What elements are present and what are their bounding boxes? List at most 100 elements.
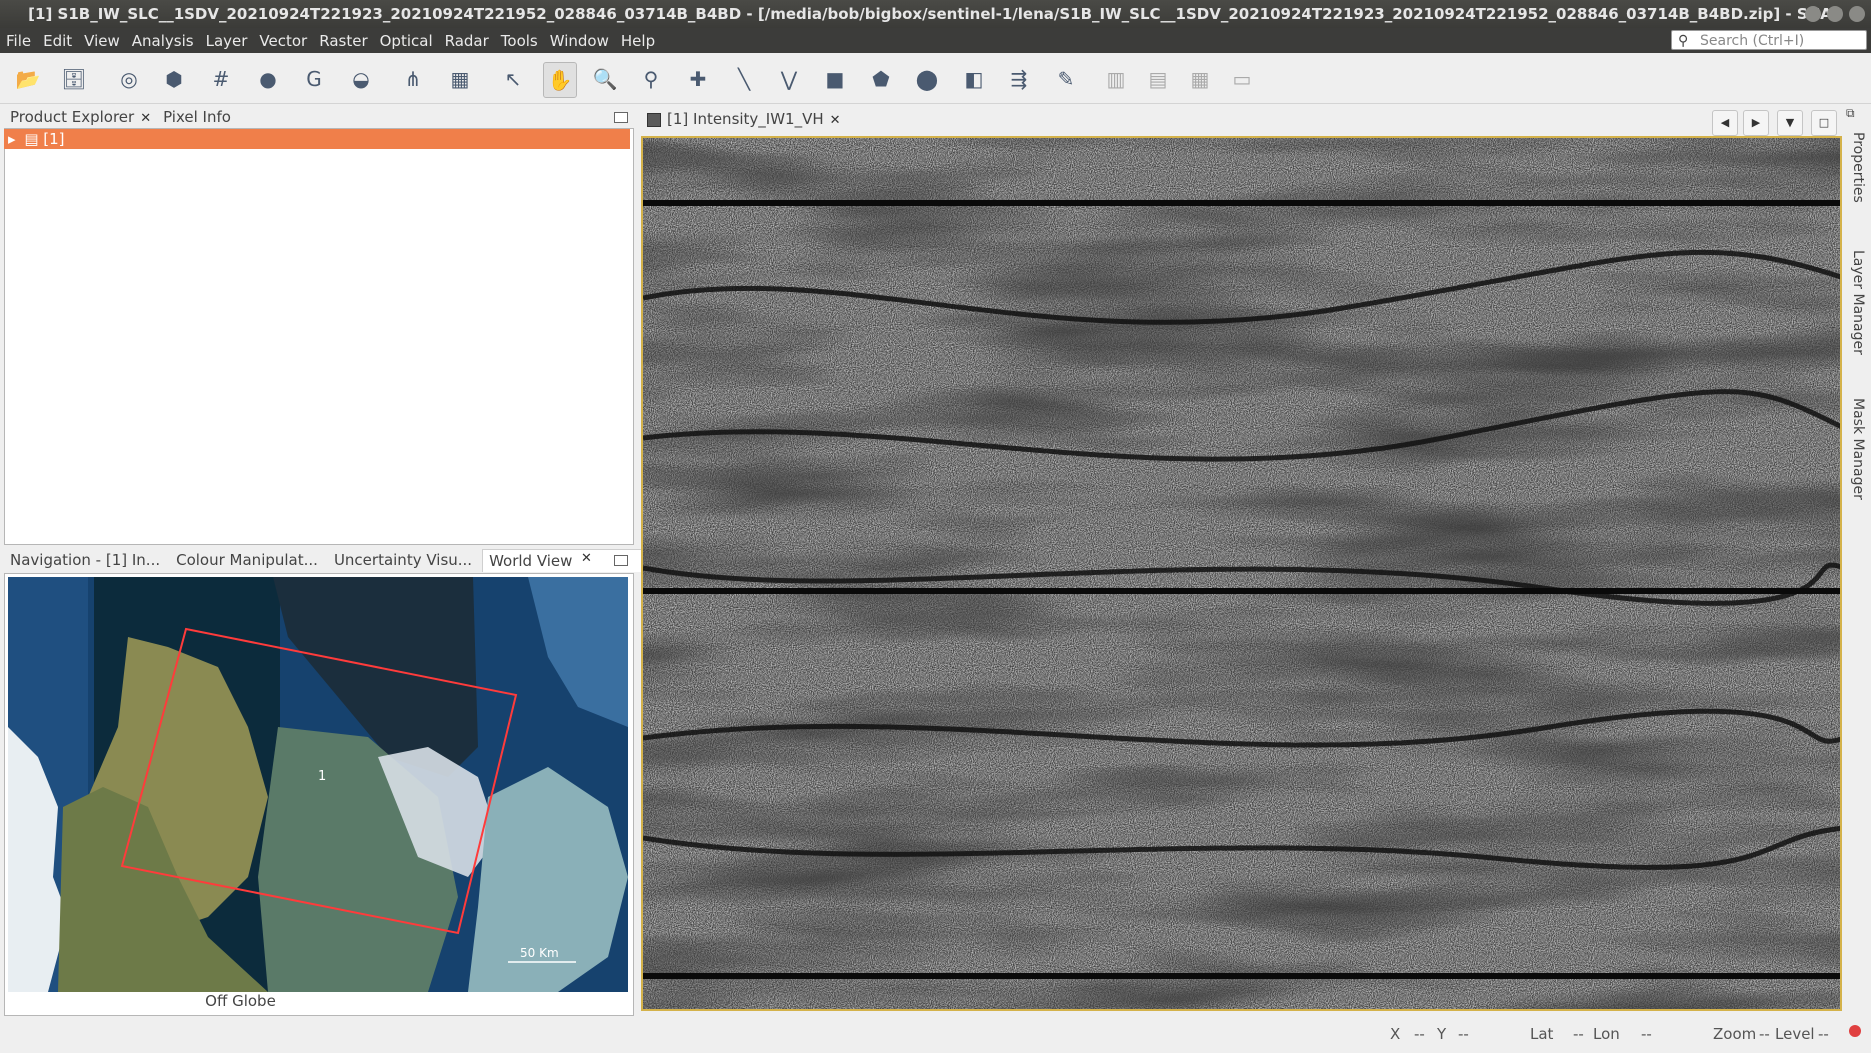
- close-icon[interactable]: ✕: [830, 113, 841, 128]
- bottom-panel-tabs: Navigation - [1] In... Colour Manipulat.…: [4, 548, 644, 572]
- window-controls: [1805, 6, 1865, 22]
- expand-icon[interactable]: ▸: [8, 130, 16, 148]
- close-icon[interactable]: ✕: [581, 551, 592, 566]
- gcp-tool-icon[interactable]: ✚: [682, 63, 714, 95]
- sidebar-mask-manager[interactable]: Mask Manager: [1850, 398, 1866, 500]
- save-product-icon[interactable]: 🗄: [58, 63, 90, 95]
- tab-pixel-info[interactable]: Pixel Info: [157, 108, 237, 126]
- sidebar-layer-manager[interactable]: Layer Manager: [1850, 250, 1866, 355]
- pin-tool-icon[interactable]: ⚲: [635, 63, 667, 95]
- tile-horizontal-icon[interactable]: ▤: [1142, 63, 1174, 95]
- range-finder-icon[interactable]: ◧: [958, 63, 990, 95]
- window-title-bar: [1] S1B_IW_SLC__1SDV_20210924T221923_202…: [0, 0, 1871, 28]
- menu-layer[interactable]: Layer: [200, 32, 254, 50]
- window-title: [1] S1B_IW_SLC__1SDV_20210924T221923_202…: [28, 5, 1843, 23]
- menu-optical[interactable]: Optical: [374, 32, 439, 50]
- rectangle-tool-icon[interactable]: ■: [819, 63, 851, 95]
- magic-wand-icon[interactable]: ⇶: [1003, 63, 1035, 95]
- image-view-tabs: [1] Intensity_IW1_VH ✕: [641, 108, 847, 130]
- session-icon[interactable]: ◎: [113, 63, 145, 95]
- menu-help[interactable]: Help: [615, 32, 661, 50]
- menu-tools[interactable]: Tools: [495, 32, 544, 50]
- tab-navigation[interactable]: Navigation - [1] In...: [4, 551, 166, 569]
- pin-placing-icon[interactable]: ●: [252, 63, 284, 95]
- polygon-tool-icon[interactable]: ⬟: [865, 63, 897, 95]
- search-icon: ⚲: [1678, 33, 1689, 49]
- maximize-icon[interactable]: [1827, 6, 1843, 22]
- maximize-window-icon[interactable]: □: [1811, 110, 1837, 136]
- zoom-label: Zoom: [1713, 1025, 1757, 1043]
- scroll-left-icon[interactable]: ◀: [1712, 110, 1738, 136]
- main-toolbar: 📂 🗄 ◎ ⬢ # ● G ◒ ⋔ ▦ ↖ ✋ 🔍 ⚲ ✚ ╲ ⋁ ■ ⬟ ⬤ …: [0, 53, 1871, 104]
- open-product-icon[interactable]: 📂: [12, 63, 44, 95]
- select-tool-icon[interactable]: ↖: [497, 63, 529, 95]
- product-explorer-panel: [4, 128, 634, 545]
- dropdown-icon[interactable]: ▼: [1777, 110, 1803, 136]
- error-icon[interactable]: [1849, 1025, 1861, 1037]
- graticule-icon[interactable]: #: [205, 63, 237, 95]
- tile-vertical-icon[interactable]: ▥: [1100, 63, 1132, 95]
- product-explorer-tabs: Product Explorer ✕ Pixel Info: [4, 106, 237, 128]
- search-input[interactable]: ⚲ Search (Ctrl+I): [1671, 30, 1867, 50]
- x-label: X: [1390, 1025, 1401, 1043]
- zoom-tool-icon[interactable]: 🔍: [589, 63, 621, 95]
- menu-vector[interactable]: Vector: [253, 32, 313, 50]
- lon-value: --: [1641, 1025, 1652, 1043]
- ellipse-tool-icon[interactable]: ⬤: [911, 63, 943, 95]
- export-icon[interactable]: ⬢: [158, 63, 190, 95]
- layer-icon[interactable]: ◒: [345, 63, 377, 95]
- close-icon[interactable]: [1849, 6, 1865, 22]
- batch-processing-icon[interactable]: ▦: [444, 63, 476, 95]
- menu-bar: File Edit View Analysis Layer Vector Ras…: [0, 28, 1871, 53]
- close-icon[interactable]: ✕: [140, 111, 151, 126]
- line-tool-icon[interactable]: ╲: [728, 63, 760, 95]
- product-name: [1] S1B_IW_SLC__1SDV_20210924T221923_202…: [4, 130, 632, 168]
- minimize-icon[interactable]: [1805, 6, 1821, 22]
- tab-label: [1] Intensity_IW1_VH: [667, 110, 824, 128]
- tile-single-icon[interactable]: ▭: [1226, 63, 1258, 95]
- tab-colour-manipulation[interactable]: Colour Manipulat...: [170, 551, 324, 569]
- band-icon: [647, 112, 661, 127]
- sar-image: [643, 138, 1840, 1009]
- minimize-panel-icon[interactable]: [614, 555, 628, 566]
- menu-file[interactable]: File: [0, 32, 37, 50]
- graph-builder-icon[interactable]: ⋔: [397, 63, 429, 95]
- lon-label: Lon: [1593, 1025, 1620, 1043]
- menu-radar[interactable]: Radar: [439, 32, 495, 50]
- burst-seam: [643, 973, 1840, 979]
- sidebar-properties[interactable]: Properties: [1850, 132, 1866, 203]
- menu-edit[interactable]: Edit: [37, 32, 78, 50]
- tab-uncertainty-visualisation[interactable]: Uncertainty Visu...: [328, 551, 478, 569]
- status-bar: X -- Y -- Lat -- Lon -- Zoom -- Level --: [0, 1016, 1871, 1053]
- tab-intensity-iw1-vh[interactable]: [1] Intensity_IW1_VH ✕: [641, 110, 847, 128]
- menu-view[interactable]: View: [78, 32, 126, 50]
- scroll-right-icon[interactable]: ▶: [1743, 110, 1769, 136]
- minimize-panel-icon[interactable]: [614, 112, 628, 123]
- restore-window-icon[interactable]: ⧉: [1846, 106, 1855, 121]
- draw-icon[interactable]: ✎: [1050, 63, 1082, 95]
- menu-analysis[interactable]: Analysis: [126, 32, 200, 50]
- image-view-canvas[interactable]: [641, 136, 1842, 1011]
- tab-product-explorer[interactable]: Product Explorer ✕: [4, 108, 157, 126]
- search-placeholder: Search (Ctrl+I): [1700, 33, 1805, 49]
- burst-seam: [643, 588, 1840, 594]
- polyline-tool-icon[interactable]: ⋁: [773, 63, 805, 95]
- layer-manager-label: Layer Manager: [1850, 250, 1866, 355]
- y-label: Y: [1437, 1025, 1447, 1043]
- product-tree-item[interactable]: ▸ ▤ [1] S1B_IW_SLC__1SDV_20210924T221923…: [4, 129, 632, 168]
- world-view-map[interactable]: 1 50 Km: [8, 577, 628, 992]
- zoom-value: --: [1759, 1025, 1770, 1043]
- pan-tool-icon[interactable]: ✋: [543, 62, 577, 98]
- menu-raster[interactable]: Raster: [313, 32, 373, 50]
- globe-status: Off Globe: [205, 992, 276, 1010]
- footprint-label: 1: [318, 769, 326, 784]
- scale-label: 50 Km: [520, 946, 559, 960]
- mask-manager-label: Mask Manager: [1850, 398, 1866, 500]
- level-label: Level: [1775, 1025, 1815, 1043]
- tile-grid-icon[interactable]: ▦: [1184, 63, 1216, 95]
- gcp-placing-icon[interactable]: G: [298, 63, 330, 95]
- menu-window[interactable]: Window: [544, 32, 615, 50]
- x-value: --: [1414, 1025, 1425, 1043]
- level-value: --: [1818, 1025, 1829, 1043]
- burst-seam: [643, 200, 1840, 206]
